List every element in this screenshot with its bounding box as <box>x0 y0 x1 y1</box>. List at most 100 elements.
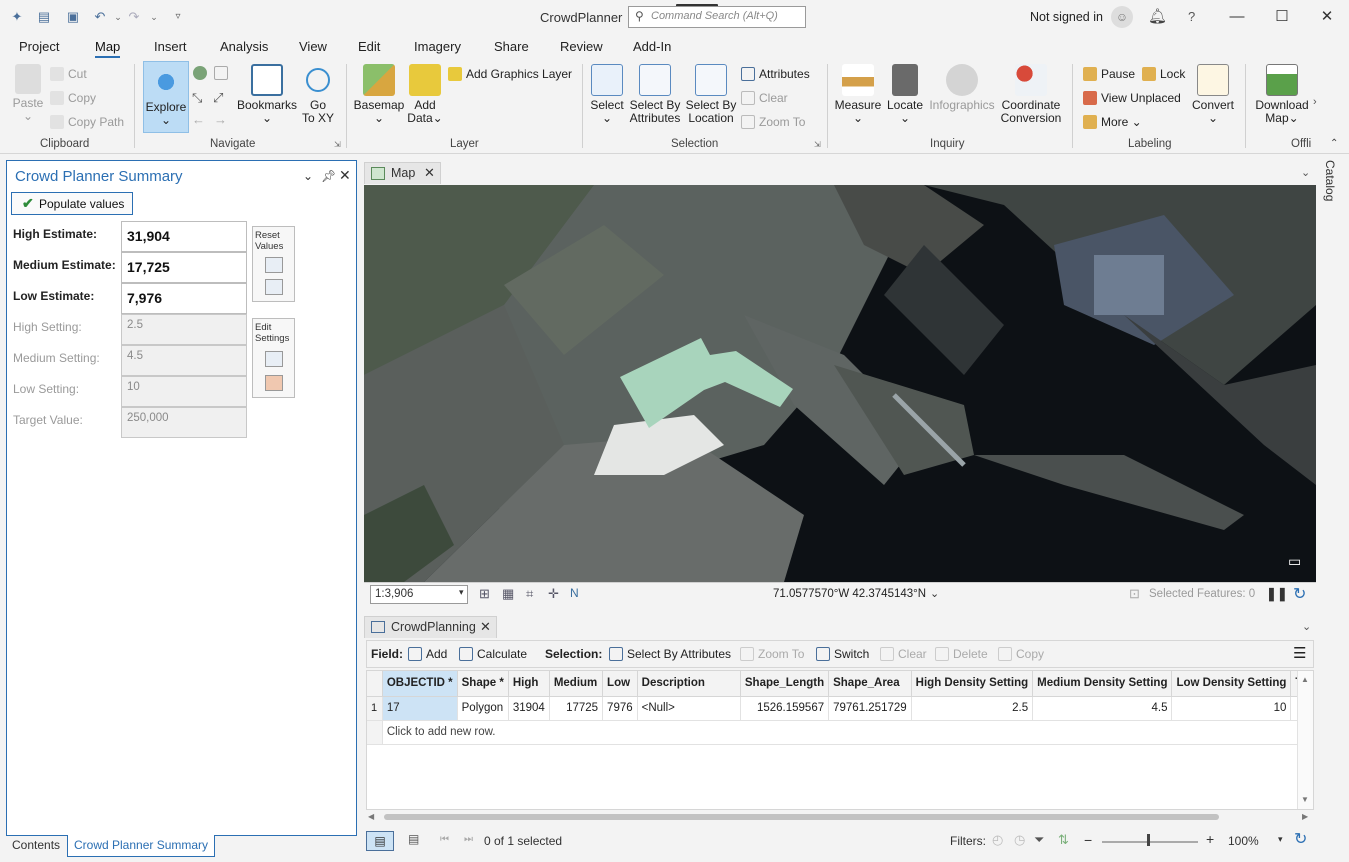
tab-add-in[interactable]: Add-In <box>633 39 671 54</box>
first-record-icon[interactable]: ⏮ <box>440 834 449 845</box>
scroll-right-icon[interactable]: ▶ <box>1302 812 1308 821</box>
table-menu-icon[interactable]: ☰ <box>1293 644 1306 662</box>
scroll-down-icon[interactable]: ▼ <box>1301 795 1309 804</box>
navigate-launcher-icon[interactable]: ⇲ <box>334 140 341 149</box>
cell-high-density[interactable]: 2.5 <box>911 696 1034 721</box>
low-setting-field[interactable]: 10 <box>121 376 247 407</box>
tab-project[interactable]: Project <box>19 39 59 54</box>
cell-medium-density[interactable]: 4.5 <box>1032 696 1173 721</box>
full-extent-icon[interactable] <box>193 66 207 80</box>
reset-values-icon[interactable] <box>265 257 283 273</box>
map-view[interactable]: ▭ <box>364 185 1316 582</box>
column-header-high[interactable]: High <box>508 671 550 697</box>
next-extent-icon[interactable]: → <box>214 112 227 127</box>
close-pane-icon[interactable]: ✕ <box>339 167 351 184</box>
constraint-icon[interactable]: ✛ <box>548 586 559 602</box>
cell-medium[interactable]: 17725 <box>549 696 604 721</box>
column-header-medium[interactable]: Medium <box>549 671 604 697</box>
infographics-button[interactable]: Infographics <box>928 64 996 112</box>
add-field-button[interactable]: Add <box>408 647 447 661</box>
more-labeling-button[interactable]: More ⌄ <box>1083 114 1142 130</box>
zoom-in-arrows-icon[interactable]: ⤢ <box>213 90 223 106</box>
tab-share[interactable]: Share <box>494 39 529 54</box>
column-header-medium-density[interactable]: Medium Density Setting <box>1032 671 1173 697</box>
undo-icon[interactable]: ↶ <box>92 9 108 25</box>
filter-query-icon[interactable]: ⏷ <box>1034 832 1044 848</box>
filter-time-icon[interactable]: ◷ <box>1014 832 1025 848</box>
add-data-button[interactable]: Add Data⌄ <box>407 64 443 125</box>
cell-high[interactable]: 31904 <box>508 696 550 721</box>
new-project-icon[interactable]: ✦ <box>9 9 25 25</box>
target-value-field[interactable]: 250,000 <box>121 407 247 438</box>
tab-contents[interactable]: Contents <box>6 835 66 857</box>
locate-button[interactable]: Locate ⌄ <box>885 64 925 125</box>
tab-edit[interactable]: Edit <box>358 39 380 54</box>
calculate-field-button[interactable]: Calculate <box>459 647 527 661</box>
show-selected-records-button[interactable]: ▤ <box>408 832 419 846</box>
redo-dropdown-icon[interactable]: ⌄ <box>146 9 162 25</box>
scroll-left-icon[interactable]: ◀ <box>368 812 374 821</box>
cut-button[interactable]: Cut <box>50 66 87 82</box>
download-map-button[interactable]: Download Map⌄ <box>1252 64 1312 125</box>
redo-icon[interactable]: ↷ <box>126 9 142 25</box>
table-copy-button[interactable]: Copy <box>998 647 1044 661</box>
pin-icon[interactable]: 📌︎ <box>321 169 336 183</box>
minimize-button[interactable]: — <box>1222 6 1252 28</box>
column-header-shape-length[interactable]: Shape_Length <box>740 671 830 697</box>
refresh-table-icon[interactable]: ↻ <box>1294 829 1307 849</box>
zoom-in-table-button[interactable]: + <box>1206 831 1214 847</box>
close-table-tab-icon[interactable]: ✕ <box>480 619 491 635</box>
open-project-icon[interactable]: ▤ <box>36 9 52 25</box>
selected-features-icon[interactable]: ⊡ <box>1129 586 1140 602</box>
map-tool-icon[interactable]: ⊞ <box>479 586 490 602</box>
table-delete-button[interactable]: Delete <box>935 647 988 661</box>
coordinate-format-icon[interactable]: ⌄ <box>930 587 939 600</box>
cell-low-density[interactable]: 10 <box>1171 696 1292 721</box>
attribution-icon[interactable]: ▭ <box>1288 553 1308 573</box>
row-number[interactable]: 1 <box>367 696 383 721</box>
tab-view[interactable]: View <box>299 39 327 54</box>
tab-analysis[interactable]: Analysis <box>220 39 268 54</box>
attributes-button[interactable]: Attributes <box>741 66 810 82</box>
table-clear-button[interactable]: Clear <box>880 647 927 661</box>
clear-selection-button[interactable]: Clear <box>741 90 788 106</box>
fixed-zoom-icon[interactable] <box>214 66 228 80</box>
high-setting-field[interactable]: 2.5 <box>121 314 247 345</box>
filter-extent-icon[interactable]: ◴ <box>992 832 1003 848</box>
column-header-objectid[interactable]: OBJECTID * <box>382 671 458 697</box>
vertical-scrollbar[interactable]: ▲ ▼ <box>1297 671 1313 809</box>
catalog-side-tab[interactable]: Catalog <box>1321 160 1343 240</box>
signin-status[interactable]: Not signed in <box>1030 10 1103 24</box>
horizontal-scroll-thumb[interactable] <box>384 814 1219 820</box>
select-by-location-button[interactable]: Select By Location <box>685 64 737 125</box>
lock-labeling-button[interactable]: Lock <box>1142 66 1185 82</box>
cell-shape-length[interactable]: 1526.159567 <box>740 696 830 721</box>
pause-labeling-button[interactable]: Pause <box>1083 66 1135 82</box>
column-header-low-density[interactable]: Low Density Setting <box>1171 671 1292 697</box>
measure-button[interactable]: Measure ⌄ <box>834 64 882 125</box>
tab-imagery[interactable]: Imagery <box>414 39 461 54</box>
map-tab-menu-icon[interactable]: ⌄ <box>1301 166 1310 179</box>
cell-shape[interactable]: Polygon <box>457 696 509 721</box>
reset-clear-icon[interactable] <box>265 279 283 295</box>
customize-toolbar-icon[interactable]: ▿ <box>170 9 186 25</box>
cell-shape-area[interactable]: 79761.251729 <box>828 696 912 721</box>
table-tab-menu-icon[interactable]: ⌄ <box>1302 620 1311 633</box>
copy-button[interactable]: Copy <box>50 90 96 106</box>
save-project-icon[interactable]: ▣ <box>65 9 81 25</box>
snapping-icon[interactable]: ⌗ <box>526 586 533 602</box>
ribbon-scroll-right-icon[interactable]: › <box>1313 96 1317 108</box>
help-icon[interactable]: ? <box>1188 9 1195 24</box>
scale-selector[interactable]: 1:3,906 ▾ <box>370 585 468 604</box>
add-graphics-layer-button[interactable]: Add Graphics Layer <box>448 66 572 82</box>
refresh-map-icon[interactable]: ↻ <box>1293 584 1306 604</box>
medium-estimate-field[interactable]: 17,725 <box>121 252 247 283</box>
close-button[interactable]: ✕ <box>1312 6 1342 28</box>
tab-crowd-planner-summary[interactable]: Crowd Planner Summary <box>67 835 216 857</box>
notifications-bell-icon[interactable]: 🔔︎ <box>1148 7 1167 25</box>
cell-low[interactable]: 7976 <box>602 696 638 721</box>
undo-dropdown-icon[interactable]: ⌄ <box>110 9 126 25</box>
low-estimate-field[interactable]: 7,976 <box>121 283 247 314</box>
switch-selection-button[interactable]: Switch <box>816 647 869 661</box>
user-avatar-icon[interactable]: ☺ <box>1111 6 1133 28</box>
